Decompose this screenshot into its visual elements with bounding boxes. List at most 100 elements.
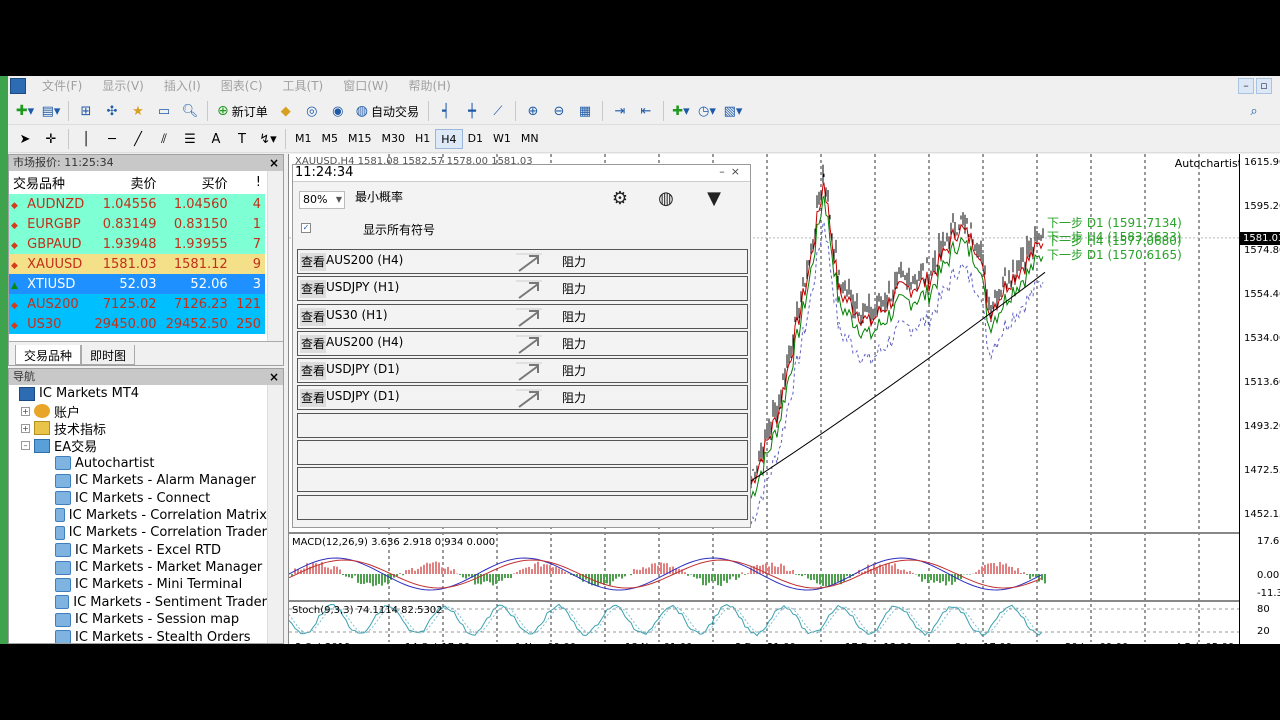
expand-icon[interactable]: +: [21, 423, 30, 433]
tree-accounts[interactable]: + 账户: [9, 402, 267, 421]
ea-item[interactable]: IC Markets - Alarm Manager: [9, 472, 267, 489]
line-chart-icon[interactable]: ⟋: [486, 100, 510, 122]
close-icon[interactable]: ×: [269, 369, 279, 385]
result-row[interactable]: 查看 US30 (H1) 阻力: [297, 303, 748, 329]
profiles-icon[interactable]: ▤▾: [39, 100, 63, 122]
menu-help[interactable]: 帮助(H): [398, 76, 460, 96]
ea-item[interactable]: IC Markets - Market Manager: [9, 559, 267, 576]
quote-row[interactable]: ◆ AUDNZD 1.04556 1.04560 4: [9, 194, 265, 214]
col-bid[interactable]: 卖价: [89, 171, 161, 194]
close-icon[interactable]: ×: [269, 155, 279, 171]
view-button[interactable]: 查看: [300, 389, 327, 408]
templates-icon[interactable]: ▧▾: [721, 100, 745, 122]
crosshair-icon[interactable]: ✛: [39, 128, 63, 150]
col-symbol[interactable]: 交易品种: [9, 171, 90, 194]
signals-icon[interactable]: ◎: [300, 100, 324, 122]
ea-item[interactable]: IC Markets - Sentiment Trader: [9, 594, 267, 611]
timeframe-m1[interactable]: M1: [290, 129, 317, 149]
ea-item[interactable]: Autochartist: [9, 455, 267, 472]
stoch-divider[interactable]: [289, 600, 1239, 602]
minimize-button[interactable]: –: [1238, 78, 1254, 94]
popup-window-controls[interactable]: –×: [719, 165, 746, 178]
ea-item[interactable]: IC Markets - Session map: [9, 611, 267, 628]
expand-icon[interactable]: +: [21, 406, 30, 416]
quote-row[interactable]: ◆ GBPAUD 1.93948 1.93955 7: [9, 234, 265, 254]
strategy-tester-icon[interactable]: 🔍︎: [178, 100, 202, 122]
view-button[interactable]: 查看: [300, 362, 327, 381]
quote-row[interactable]: ◆ XAUUSD 1581.03 1581.12 9: [9, 254, 265, 274]
show-all-checkbox[interactable]: ✓: [301, 223, 311, 233]
vertical-line-icon[interactable]: │: [74, 128, 98, 150]
zoom-out-icon[interactable]: ⊖: [547, 100, 571, 122]
auto-trading-button[interactable]: ◍ 自动交易: [352, 100, 423, 122]
periods-icon[interactable]: ◷▾: [695, 100, 719, 122]
timeframe-m15[interactable]: M15: [343, 129, 377, 149]
menu-view[interactable]: 显示(V): [92, 76, 154, 96]
menu-file[interactable]: 文件(F): [32, 76, 92, 96]
cursor-icon[interactable]: ➤: [13, 128, 37, 150]
menu-insert[interactable]: 插入(I): [154, 76, 211, 96]
quote-row[interactable]: ◆ US30 29450.00 29452.50 250: [9, 314, 265, 334]
equidistant-channel-icon[interactable]: ⫽: [152, 128, 176, 150]
quote-row[interactable]: ◆ AUS200 7125.02 7126.23 121: [9, 294, 265, 314]
indicators-icon[interactable]: ✚ ▾: [669, 100, 693, 122]
tree-experts[interactable]: – EA交易: [9, 437, 267, 455]
result-row[interactable]: 查看 USDJPY (H1) 阻力: [297, 276, 748, 302]
result-row[interactable]: 查看 USDJPY (D1) 阻力: [297, 385, 748, 411]
ea-item[interactable]: IC Markets - Connect: [9, 489, 267, 506]
market-watch-icon[interactable]: ⊞: [74, 100, 98, 122]
timeframe-m30[interactable]: M30: [377, 129, 411, 149]
timeframe-d1[interactable]: D1: [463, 129, 488, 149]
timeframe-w1[interactable]: W1: [488, 129, 516, 149]
fibonacci-icon[interactable]: ☰: [178, 128, 202, 150]
ea-item[interactable]: IC Markets - Correlation Matrix: [9, 507, 267, 524]
chart-shift-icon[interactable]: ⇤: [634, 100, 658, 122]
view-button[interactable]: 查看: [300, 307, 327, 326]
restore-button[interactable]: ▫: [1256, 78, 1272, 94]
menu-window[interactable]: 窗口(W): [333, 76, 398, 96]
tile-windows-icon[interactable]: ▦: [573, 100, 597, 122]
result-row[interactable]: 查看 AUS200 (H4) 阻力: [297, 249, 748, 274]
timeframe-m5[interactable]: M5: [317, 129, 344, 149]
timeframe-h1[interactable]: H1: [410, 129, 435, 149]
ea-item[interactable]: IC Markets - Correlation Trader: [9, 524, 267, 541]
arrows-icon[interactable]: ↯▾: [256, 128, 280, 150]
tree-indicators[interactable]: + 技术指标: [9, 420, 267, 438]
result-row[interactable]: 查看 AUS200 (H4) 阻力: [297, 330, 748, 356]
navigator-scrollbar[interactable]: [267, 385, 283, 643]
filter-icon[interactable]: ▼: [703, 188, 725, 210]
ea-item[interactable]: IC Markets - Stealth Orders: [9, 628, 267, 643]
metaeditor-icon[interactable]: ◆: [274, 100, 298, 122]
options-icon[interactable]: ◉: [326, 100, 350, 122]
horizontal-line-icon[interactable]: ─: [100, 128, 124, 150]
result-row[interactable]: 查看 USDJPY (D1) 阻力: [297, 358, 748, 384]
quote-row[interactable]: ◆ EURGBP 0.83149 0.83150 1: [9, 214, 265, 234]
tree-root[interactable]: IC Markets MT4: [9, 385, 267, 402]
menu-charts[interactable]: 图表(C): [211, 76, 273, 96]
text-label-icon[interactable]: T: [230, 128, 254, 150]
col-ask[interactable]: 买价: [160, 171, 232, 194]
tab-tick-chart[interactable]: 即时图: [81, 345, 136, 365]
timeframe-mn[interactable]: MN: [516, 129, 544, 149]
search-icon[interactable]: ⌕: [1242, 100, 1266, 122]
new-order-button[interactable]: ⊕ 新订单: [213, 100, 272, 122]
col-spread[interactable]: !: [231, 171, 265, 194]
view-button[interactable]: 查看: [300, 253, 327, 271]
gear-icon[interactable]: ⚙: [609, 188, 631, 210]
navigator-icon[interactable]: ★: [126, 100, 150, 122]
candlestick-icon[interactable]: ┿: [460, 100, 484, 122]
zoom-in-icon[interactable]: ⊕: [521, 100, 545, 122]
auto-scroll-icon[interactable]: ⇥: [608, 100, 632, 122]
market-watch-scrollbar[interactable]: [267, 171, 283, 341]
trendline-icon[interactable]: ╱: [126, 128, 150, 150]
new-chart-icon[interactable]: ✚ ▾: [13, 100, 37, 122]
quote-row[interactable]: ▲ XTIUSD 52.03 52.06 3: [9, 274, 265, 294]
view-button[interactable]: 查看: [300, 334, 327, 353]
ea-item[interactable]: IC Markets - Mini Terminal: [9, 576, 267, 593]
probability-select[interactable]: 80% ▼: [299, 191, 345, 209]
text-icon[interactable]: A: [204, 128, 228, 150]
tab-symbols[interactable]: 交易品种: [15, 345, 82, 365]
macd-divider[interactable]: [289, 532, 1239, 534]
terminal-icon[interactable]: ▭: [152, 100, 176, 122]
data-window-icon[interactable]: ✣: [100, 100, 124, 122]
